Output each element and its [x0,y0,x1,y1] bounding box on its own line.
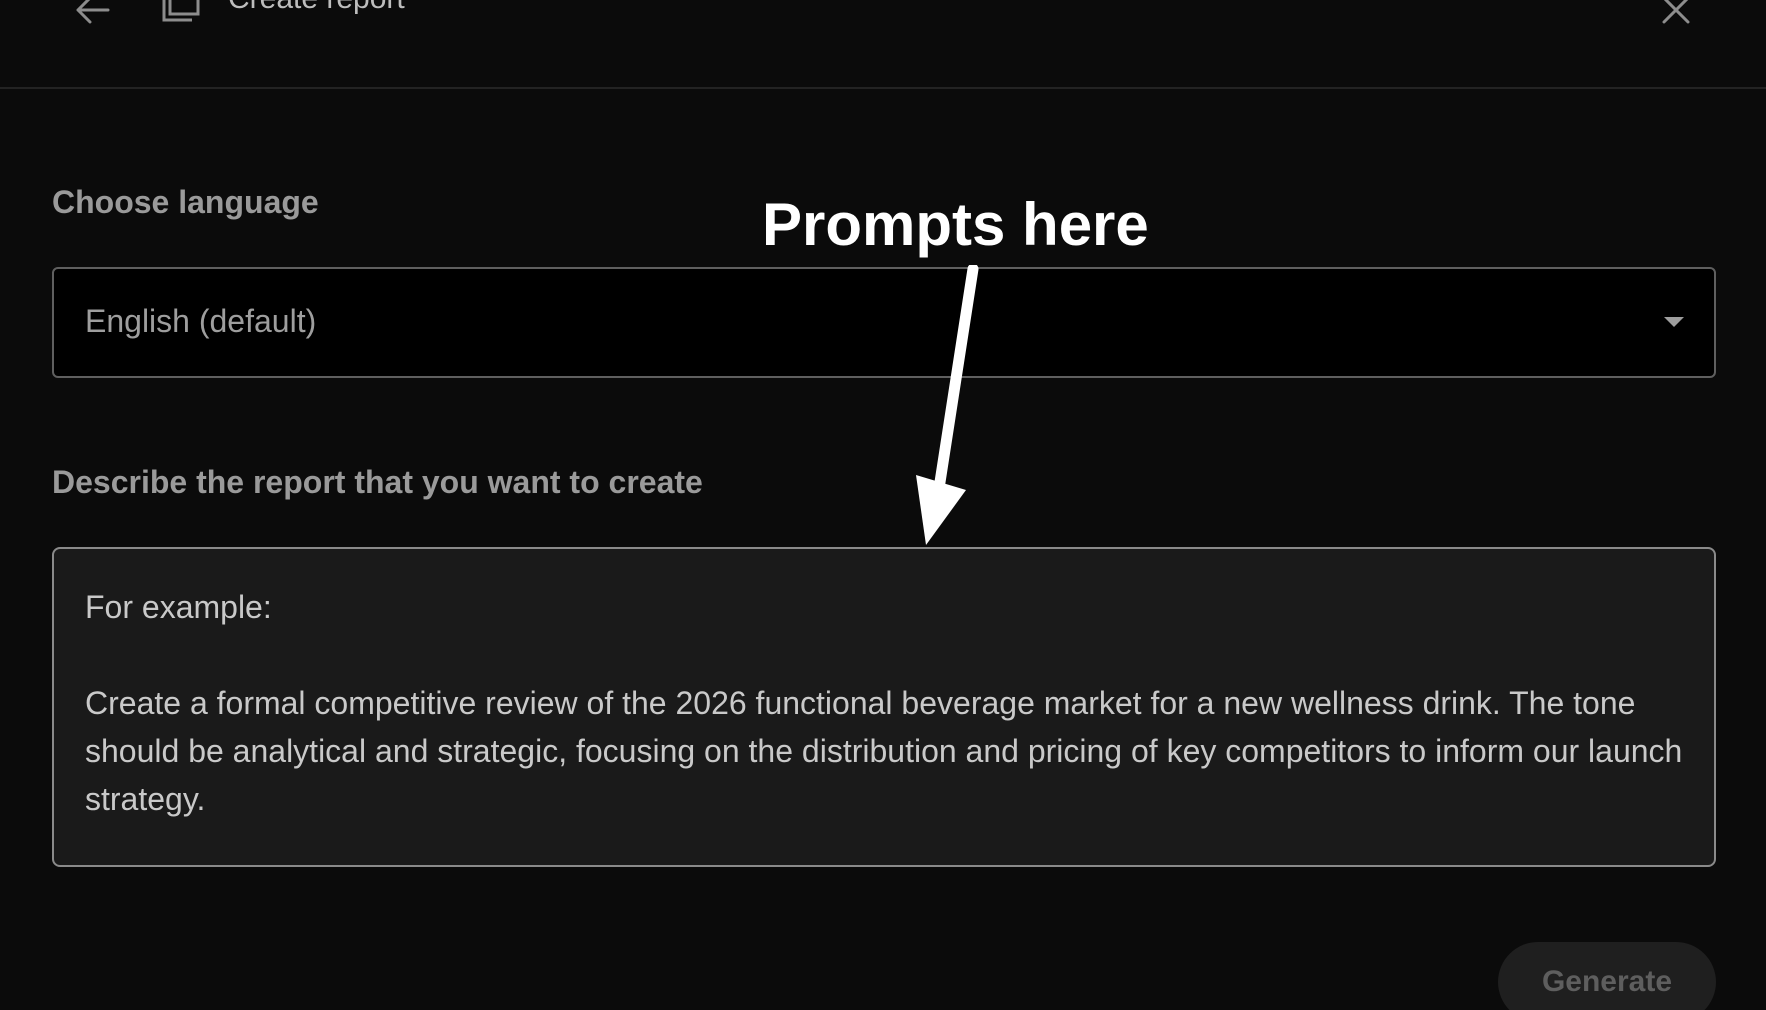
placeholder-heading: For example: [85,589,272,625]
close-icon [1662,0,1690,24]
placeholder-body: Create a formal competitive review of th… [85,685,1692,817]
language-label: Choose language [52,184,319,220]
language-selected-value: English (default) [85,303,317,339]
dialog-header: Create report [0,0,1766,89]
back-button[interactable] [70,0,114,30]
placeholder-gap [85,631,1683,679]
arrow-left-icon [76,0,110,24]
generate-button[interactable]: Generate [1498,942,1716,1010]
dialog-title: Create report [228,0,405,16]
description-label: Describe the report that you want to cre… [52,464,703,500]
annotation-arrow-icon [916,265,979,545]
create-report-dialog: Create report Choose language English (d… [0,0,1766,1010]
document-copy-icon [158,0,202,30]
annotation-label: Prompts here [762,191,1149,258]
report-description-textarea[interactable]: For example: Create a formal competitive… [52,547,1716,867]
chevron-down-icon [1664,317,1684,327]
close-button[interactable] [1656,0,1696,30]
